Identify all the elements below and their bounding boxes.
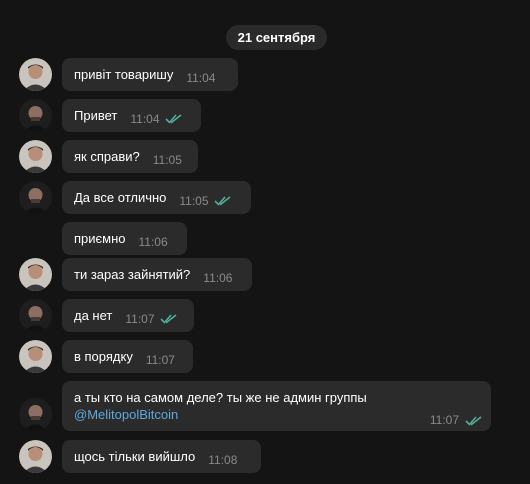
- message-bubble[interactable]: привіт товаришу 11:04: [62, 58, 238, 91]
- read-check-icon: [213, 195, 232, 206]
- date-separator: 21 сентября: [226, 25, 327, 50]
- avatar[interactable]: [19, 258, 52, 291]
- chat-area: 21 сентября привіт товаришу 11:04 Привет…: [0, 0, 530, 484]
- message-bubble[interactable]: приємно 11:06: [62, 222, 187, 255]
- message-text: да нет: [74, 308, 113, 323]
- message-time: 11:07: [429, 413, 459, 427]
- message-time: 11:06: [138, 234, 168, 249]
- message-time: 11:05: [179, 193, 209, 208]
- message-text: а ты кто на самом деле? ты же не админ г…: [74, 390, 367, 405]
- message-bubble[interactable]: як справи? 11:05: [62, 140, 198, 173]
- message-time: 11:04: [130, 111, 160, 126]
- read-check-icon: [164, 113, 183, 124]
- message-time: 11:07: [125, 311, 155, 326]
- avatar[interactable]: [19, 340, 52, 373]
- avatar[interactable]: [19, 140, 52, 173]
- avatar[interactable]: [19, 398, 52, 431]
- message-text: як справи?: [74, 149, 140, 164]
- message-text: Привет: [74, 108, 118, 123]
- message-bubble[interactable]: да нет 11:07: [62, 299, 194, 332]
- message-bubble[interactable]: а ты кто на самом деле? ты же не админ г…: [62, 381, 491, 431]
- message-bubble[interactable]: в порядку 11:07: [62, 340, 193, 373]
- avatar[interactable]: [19, 440, 52, 473]
- message-text: в порядку: [74, 349, 133, 364]
- message-bubble[interactable]: Привет 11:04: [62, 99, 201, 132]
- avatar[interactable]: [19, 99, 52, 132]
- message-time: 11:05: [152, 152, 182, 167]
- read-check-icon: [159, 313, 178, 324]
- message-time: 11:04: [186, 70, 216, 85]
- avatar[interactable]: [19, 181, 52, 214]
- group-link[interactable]: @MelitopolBitcoin: [74, 406, 479, 423]
- message-text: ти зараз зайнятий?: [74, 267, 191, 282]
- message-bubble[interactable]: Да все отлично 11:05: [62, 181, 251, 214]
- message-text: Да все отлично: [74, 190, 167, 205]
- avatar[interactable]: [19, 58, 52, 91]
- message-bubble[interactable]: щось тільки вийшло 11:08: [62, 440, 261, 473]
- message-time: 11:08: [208, 452, 238, 467]
- message-bubble[interactable]: ти зараз зайнятий? 11:06: [62, 258, 252, 291]
- message-text: приємно: [74, 231, 126, 246]
- message-text: щось тільки вийшло: [74, 449, 196, 464]
- read-check-icon: [465, 415, 483, 426]
- avatar[interactable]: [19, 299, 52, 332]
- message-text: привіт товаришу: [74, 67, 174, 82]
- message-time: 11:06: [203, 270, 233, 285]
- message-time: 11:07: [145, 352, 175, 367]
